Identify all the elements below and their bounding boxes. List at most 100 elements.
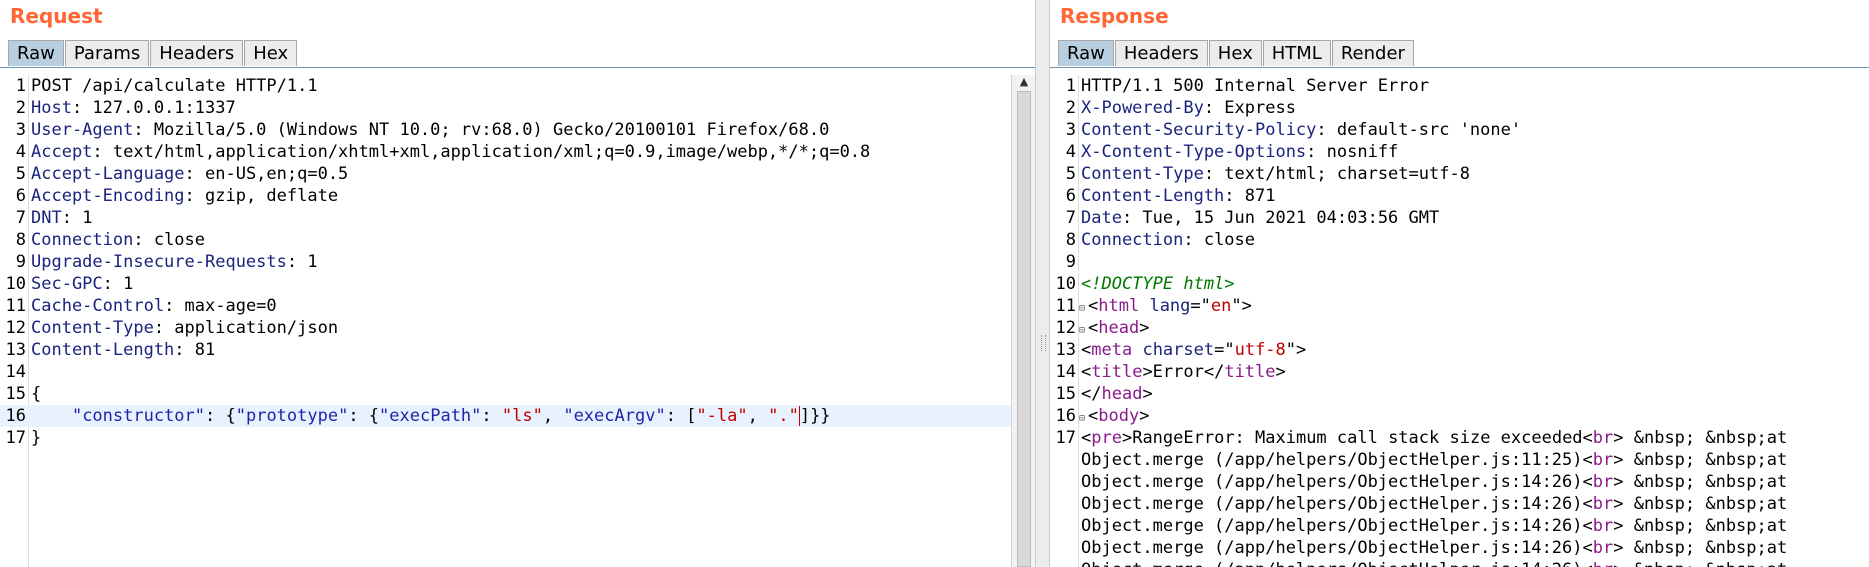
code-line: 9 bbox=[1050, 251, 1869, 273]
code-line: 17} bbox=[0, 427, 1011, 449]
code-token: Upgrade-Insecure-Requests bbox=[31, 252, 287, 272]
code-token: POST /api/calculate HTTP/1.1 bbox=[31, 76, 318, 96]
code-token: : Mozilla/5.0 (Windows NT 10.0; rv:68.0)… bbox=[133, 120, 830, 140]
code-token: , bbox=[747, 406, 769, 426]
tab-headers[interactable]: Headers bbox=[150, 40, 244, 66]
tab-hex[interactable]: Hex bbox=[244, 40, 298, 66]
code-line: 3 User-Agent: Mozilla/5.0 (Windows NT 10.… bbox=[0, 119, 1011, 141]
line-number: 3 bbox=[1065, 120, 1076, 140]
code-token: [ bbox=[686, 406, 697, 426]
code-token: "> bbox=[1231, 296, 1252, 316]
code-token: Object.merge (/app/helpers/ObjectHelper.… bbox=[1081, 450, 1593, 470]
code-token: Connection bbox=[1081, 230, 1184, 250]
code-token: : close bbox=[133, 230, 206, 250]
code-token: > bbox=[1139, 406, 1150, 426]
line-number: 10 bbox=[1055, 274, 1076, 294]
code-line: 10 <!DOCTYPE html> bbox=[1050, 273, 1869, 295]
tab-raw[interactable]: Raw bbox=[1058, 40, 1114, 66]
scroll-thumb[interactable] bbox=[1017, 91, 1031, 567]
code-token: > &nbsp; &nbsp;at bbox=[1613, 538, 1788, 558]
code-token: </ bbox=[1081, 384, 1102, 404]
code-line: Object.merge (/app/helpers/ObjectHelper.… bbox=[1050, 493, 1869, 515]
code-line: 8 Connection: close bbox=[1050, 229, 1869, 251]
pane-splitter[interactable] bbox=[1035, 0, 1050, 567]
tab-html[interactable]: HTML bbox=[1262, 40, 1331, 66]
code-token: } bbox=[31, 428, 42, 448]
line-number: 9 bbox=[15, 252, 26, 272]
code-line: 11 Cache-Control: max-age=0 bbox=[0, 295, 1011, 317]
line-number: 16 bbox=[5, 406, 26, 426]
code-token: : { bbox=[205, 406, 236, 426]
code-token: title bbox=[1091, 362, 1143, 382]
code-token: : nosniff bbox=[1306, 142, 1399, 162]
code-token: br bbox=[1592, 516, 1614, 536]
response-title: Response bbox=[1060, 4, 1169, 28]
code-token: br bbox=[1592, 472, 1614, 492]
code-token: ] bbox=[798, 406, 811, 426]
request-scrollbar[interactable]: ▲ bbox=[1011, 75, 1035, 567]
code-token: : 1 bbox=[61, 208, 93, 228]
code-line: 16 "constructor": {"prototype": {"execPa… bbox=[0, 405, 1011, 427]
code-token: br bbox=[1592, 538, 1614, 558]
code-line: 2 X-Powered-By: Express bbox=[1050, 97, 1869, 119]
line-number: 3 bbox=[15, 120, 26, 140]
code-token: <!DOCTYPE html> bbox=[1081, 274, 1235, 294]
request-editor[interactable]: 1 POST /api/calculate HTTP/1.1 2 Host: 127.… bbox=[0, 75, 1011, 567]
code-token: Content-Type bbox=[31, 318, 154, 338]
code-token: : text/html; charset=utf-8 bbox=[1203, 164, 1470, 184]
line-number: 13 bbox=[1055, 340, 1076, 360]
code-line: 2 Host: 127.0.0.1:1337 bbox=[0, 97, 1011, 119]
tab-params[interactable]: Params bbox=[64, 40, 150, 66]
line-number: 1 bbox=[15, 76, 26, 96]
code-token: "constructor" bbox=[71, 406, 206, 426]
code-token: < bbox=[1081, 428, 1092, 448]
code-token: : 1 bbox=[286, 252, 318, 272]
code-line: 16 ⊟ <body> bbox=[1050, 405, 1869, 427]
code-token: : { bbox=[348, 406, 380, 426]
code-token: X-Content-Type-Options bbox=[1081, 142, 1307, 162]
code-token: Accept bbox=[31, 142, 93, 162]
code-token: "ls" bbox=[501, 406, 543, 426]
code-line: 15{ bbox=[0, 383, 1011, 405]
code-token: DNT bbox=[31, 208, 62, 228]
code-token: body bbox=[1098, 406, 1140, 426]
code-token: br bbox=[1593, 560, 1613, 567]
code-token: > &nbsp; &nbsp;at bbox=[1613, 450, 1788, 470]
code-token: : en-US,en;q=0.5 bbox=[184, 164, 349, 184]
code-token: utf-8 bbox=[1234, 340, 1286, 360]
line-number: 1 bbox=[1065, 76, 1076, 96]
code-token: Accept-Language bbox=[31, 164, 185, 184]
code-line: Object.merge (/app/helpers/ObjectHelper.… bbox=[1050, 449, 1869, 471]
code-token: Host bbox=[31, 98, 72, 118]
code-token: , bbox=[542, 406, 564, 426]
tab-divider bbox=[0, 67, 1035, 68]
tab-hex[interactable]: Hex bbox=[1208, 40, 1262, 66]
line-number: 12 bbox=[5, 318, 26, 338]
code-token: > &nbsp; &nbsp;at bbox=[1613, 428, 1788, 448]
tab-headers[interactable]: Headers bbox=[1114, 40, 1208, 66]
code-token: "execPath" bbox=[379, 406, 482, 426]
tab-raw[interactable]: Raw bbox=[8, 40, 64, 66]
response-editor[interactable]: 1 HTTP/1.1 500 Internal Server Error 2 X-Po… bbox=[1050, 75, 1869, 567]
line-number: 13 bbox=[5, 340, 26, 360]
line-number: 4 bbox=[1065, 142, 1076, 162]
code-line: 12 Content-Type: application/json bbox=[0, 317, 1011, 339]
code-token: meta bbox=[1091, 340, 1133, 360]
code-token: > &nbsp; &nbsp;at bbox=[1613, 472, 1788, 492]
line-number: 12 bbox=[1055, 318, 1076, 338]
grip-icon[interactable] bbox=[1041, 335, 1046, 351]
code-line: Object.merge (/app/helpers/ObjectHelper.… bbox=[1050, 515, 1869, 537]
code-line: 14 <title>Error</title> bbox=[1050, 361, 1869, 383]
code-token: > &nbsp; &nbsp;at bbox=[1613, 494, 1788, 514]
code-token: }} bbox=[810, 406, 831, 426]
tab-render[interactable]: Render bbox=[1331, 40, 1414, 66]
request-tabs: Raw Params Headers Hex bbox=[8, 40, 298, 66]
code-token: : text/html,application/xhtml+xml,applic… bbox=[92, 142, 871, 162]
scroll-up-icon[interactable]: ▲ bbox=[1012, 75, 1035, 89]
line-number: 4 bbox=[15, 142, 26, 162]
code-token: html bbox=[1098, 296, 1140, 316]
line-number: 7 bbox=[15, 208, 26, 228]
code-token: < bbox=[1088, 296, 1099, 316]
code-token: br bbox=[1592, 428, 1614, 448]
